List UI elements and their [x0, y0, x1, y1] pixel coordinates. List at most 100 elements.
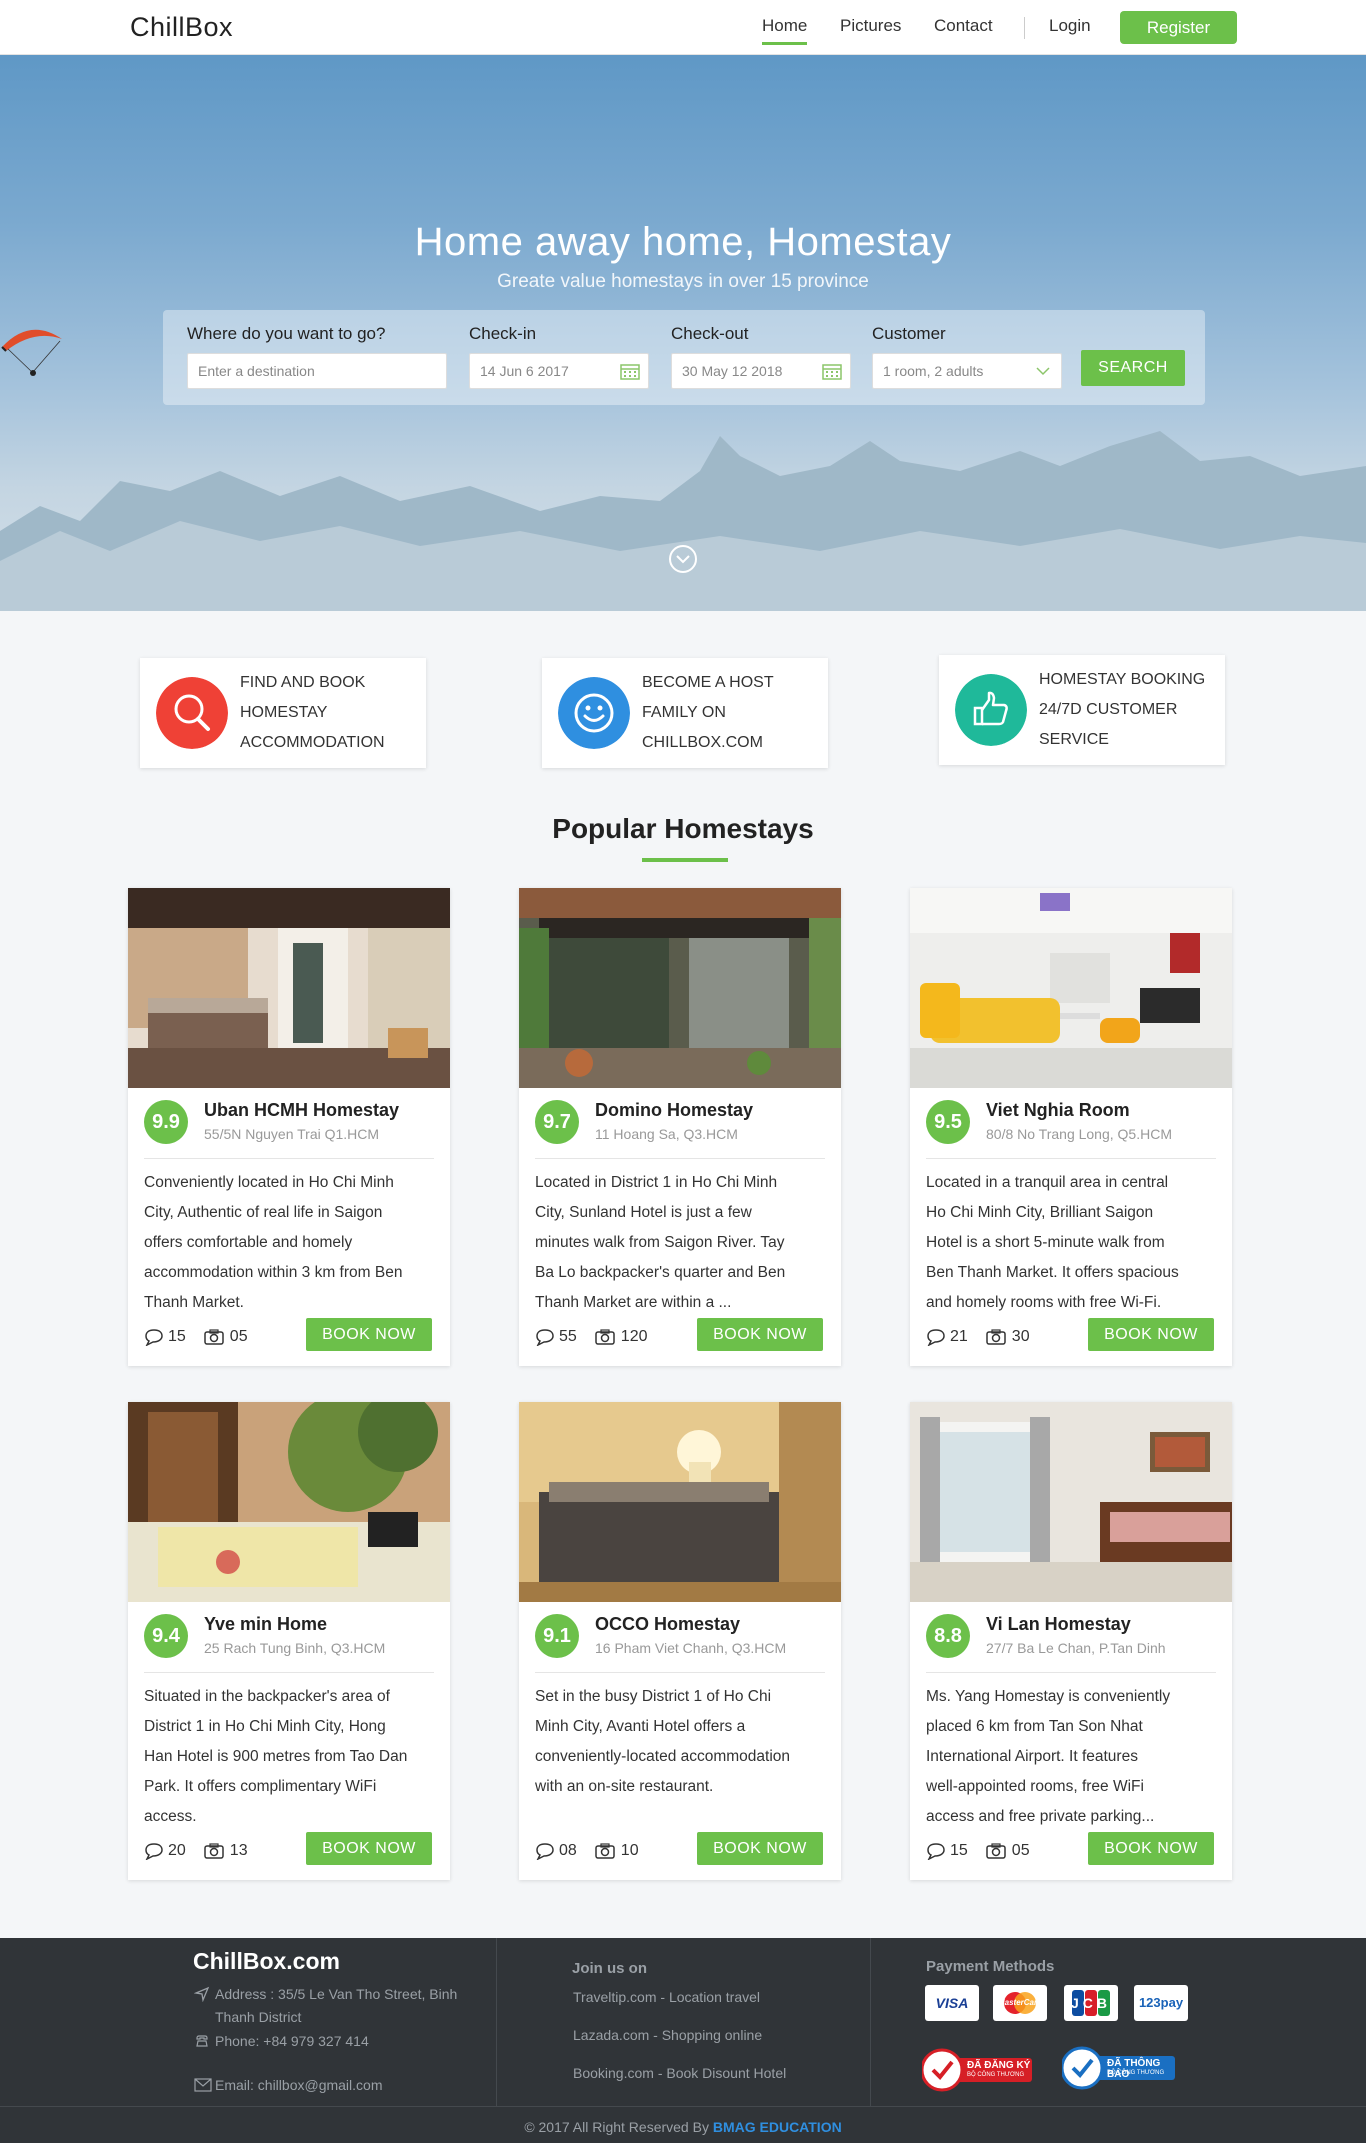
- description-line: accommodation within 3 km from Ben: [144, 1264, 403, 1281]
- nav-pictures-link[interactable]: Pictures: [840, 16, 901, 36]
- feature-text: FIND AND BOOK HOMESTAY ACCOMMODATION: [240, 668, 385, 758]
- homestay-address: 25 Rach Tung Binh, Q3.HCM: [204, 1640, 386, 1656]
- footer-brand: ChillBox.com: [193, 1948, 340, 1974]
- homestay-name[interactable]: OCCO Homestay: [595, 1614, 740, 1635]
- homestay-card[interactable]: 9.5 Viet Nghia Room 80/8 No Trang Long, …: [910, 888, 1232, 1366]
- camera-icon: [986, 1843, 1006, 1859]
- homestay-description: Set in the busy District 1 of Ho Chi Min…: [535, 1682, 827, 1802]
- mastercard-label: MasterCard: [997, 1998, 1042, 2007]
- homestay-photo[interactable]: [910, 1402, 1232, 1602]
- checkin-label: Check-in: [469, 324, 537, 343]
- partner-link[interactable]: Booking.com - Book Disount Hotel: [573, 2062, 786, 2085]
- homestay-photo[interactable]: [128, 1402, 450, 1602]
- rating-badge: 9.7: [535, 1100, 579, 1144]
- homestay-description: Located in a tranquil area in central Ho…: [926, 1168, 1218, 1318]
- homestay-address: 16 Pham Viet Chanh, Q3.HCM: [595, 1640, 787, 1656]
- search-button[interactable]: SEARCH: [1081, 350, 1185, 386]
- homestay-photo[interactable]: [910, 888, 1232, 1088]
- site-footer: ChillBox.com Address : 35/5 Le Van Tho S…: [0, 1938, 1366, 2143]
- notified-cert-badge[interactable]: ĐÃ THÔNG BÁO BỘ CÔNG THƯƠNG: [1060, 2046, 1177, 2090]
- checkout-label: Check-out: [671, 324, 749, 343]
- thumbs-up-icon: [955, 674, 1027, 746]
- homestay-name[interactable]: Vi Lan Homestay: [986, 1614, 1131, 1635]
- register-button[interactable]: Register: [1120, 11, 1237, 44]
- homestay-description: Located in District 1 in Ho Chi Minh Cit…: [535, 1168, 827, 1318]
- description-line: Located in District 1 in Ho Chi Minh: [535, 1174, 778, 1191]
- description-line: access.: [144, 1808, 197, 1825]
- homestay-card[interactable]: 9.4 Yve min Home 25 Rach Tung Binh, Q3.H…: [128, 1402, 450, 1880]
- payment-methods-title: Payment Methods: [926, 1958, 1055, 1975]
- book-now-button[interactable]: BOOK NOW: [306, 1832, 432, 1865]
- homestay-photo[interactable]: [519, 1402, 841, 1602]
- card-divider: [535, 1158, 825, 1159]
- footer-phone[interactable]: Phone: +84 979 327 414: [215, 2030, 369, 2053]
- feature-line: 24/7D CUSTOMER: [1039, 701, 1178, 718]
- description-line: Ben Thanh Market. It offers spacious: [926, 1264, 1179, 1281]
- homestay-photo[interactable]: [519, 888, 841, 1088]
- homestay-card[interactable]: 9.7 Domino Homestay 11 Hoang Sa, Q3.HCM …: [519, 888, 841, 1366]
- card-stats: 20 13: [144, 1842, 266, 1860]
- smile-icon: [558, 677, 630, 749]
- destination-input[interactable]: Enter a destination: [187, 353, 447, 389]
- comment-count: 15: [168, 1328, 186, 1345]
- homestay-address: 27/7 Ba Le Chan, P.Tan Dinh: [986, 1640, 1166, 1656]
- scroll-down-icon[interactable]: [667, 543, 699, 575]
- feature-line: BECOME A HOST: [642, 674, 774, 691]
- description-line: offers comfortable and homely: [144, 1234, 353, 1251]
- partner-link[interactable]: Traveltip.com - Location travel: [573, 1986, 760, 2009]
- partner-link[interactable]: Lazada.com - Shopping online: [573, 2024, 762, 2047]
- feature-text: HOMESTAY BOOKING 24/7D CUSTOMER SERVICE: [1039, 665, 1205, 755]
- nav-contact-link[interactable]: Contact: [934, 16, 993, 36]
- description-line: Conveniently located in Ho Chi Minh: [144, 1174, 394, 1191]
- description-line: Han Hotel is 900 metres from Tao Dan: [144, 1748, 408, 1765]
- phone-icon: [196, 2035, 208, 2047]
- nav-home-link[interactable]: Home: [762, 16, 808, 45]
- company-link[interactable]: BMAG EDUCATION: [713, 2119, 842, 2135]
- card-divider: [535, 1672, 825, 1673]
- footer-email[interactable]: Email: chillbox@gmail.com: [215, 2074, 382, 2097]
- book-now-button[interactable]: BOOK NOW: [697, 1832, 823, 1865]
- card-stats: 21 30: [926, 1328, 1048, 1346]
- card-divider: [144, 1158, 434, 1159]
- location-arrow-icon: [194, 1986, 210, 2002]
- homestay-name[interactable]: Uban HCMH Homestay: [204, 1100, 399, 1121]
- calendar-icon[interactable]: [620, 362, 640, 380]
- homestay-name[interactable]: Viet Nghia Room: [986, 1100, 1130, 1121]
- homestay-card[interactable]: 9.1 OCCO Homestay 16 Pham Viet Chanh, Q3…: [519, 1402, 841, 1880]
- description-line: Ms. Yang Homestay is conveniently: [926, 1688, 1171, 1705]
- homestay-name[interactable]: Domino Homestay: [595, 1100, 753, 1121]
- calendar-icon[interactable]: [822, 362, 842, 380]
- camera-icon: [595, 1843, 615, 1859]
- description-line: Ba Lo backpacker's quarter and Ben: [535, 1264, 786, 1281]
- homestay-description: Situated in the backpacker's area of Dis…: [144, 1682, 436, 1832]
- rating-badge: 9.5: [926, 1100, 970, 1144]
- checkout-input[interactable]: 30 May 12 2018: [671, 353, 851, 389]
- site-logo[interactable]: ChillBox: [130, 12, 233, 43]
- camera-icon: [595, 1329, 615, 1345]
- feature-find-book: FIND AND BOOK HOMESTAY ACCOMMODATION: [140, 658, 426, 768]
- description-line: placed 6 km from Tan Son Nhat: [926, 1718, 1143, 1735]
- book-now-button[interactable]: BOOK NOW: [697, 1318, 823, 1351]
- homestay-card[interactable]: 9.9 Uban HCMH Homestay 55/5N Nguyen Trai…: [128, 888, 450, 1366]
- book-now-button[interactable]: BOOK NOW: [306, 1318, 432, 1351]
- customer-select[interactable]: 1 room, 2 adults: [872, 353, 1062, 389]
- registered-cert-sub: BỘ CÔNG THƯƠNG: [967, 2072, 1025, 2078]
- camera-icon: [986, 1329, 1006, 1345]
- checkin-input[interactable]: 14 Jun 6 2017: [469, 353, 649, 389]
- hero-subtitle: Greate value homestays in over 15 provin…: [497, 271, 869, 292]
- feature-line: CHILLBOX.COM: [642, 734, 763, 751]
- comment-count: 20: [168, 1842, 186, 1859]
- book-now-button[interactable]: BOOK NOW: [1088, 1832, 1214, 1865]
- homestay-card[interactable]: 8.8 Vi Lan Homestay 27/7 Ba Le Chan, P.T…: [910, 1402, 1232, 1880]
- homestay-address: 55/5N Nguyen Trai Q1.HCM: [204, 1126, 380, 1142]
- notified-cert-text: ĐÃ THÔNG BÁO: [1107, 2058, 1161, 2080]
- login-link[interactable]: Login: [1049, 16, 1091, 36]
- feature-line: ACCOMMODATION: [240, 734, 385, 751]
- registered-cert-badge[interactable]: ĐÃ ĐĂNG KÝ BỘ CÔNG THƯƠNG: [920, 2048, 1034, 2092]
- footer-divider: [496, 1938, 497, 2106]
- rating-badge: 9.9: [144, 1100, 188, 1144]
- book-now-button[interactable]: BOOK NOW: [1088, 1318, 1214, 1351]
- description-line: well-appointed rooms, free WiFi: [926, 1778, 1144, 1795]
- homestay-photo[interactable]: [128, 888, 450, 1088]
- homestay-name[interactable]: Yve min Home: [204, 1614, 327, 1635]
